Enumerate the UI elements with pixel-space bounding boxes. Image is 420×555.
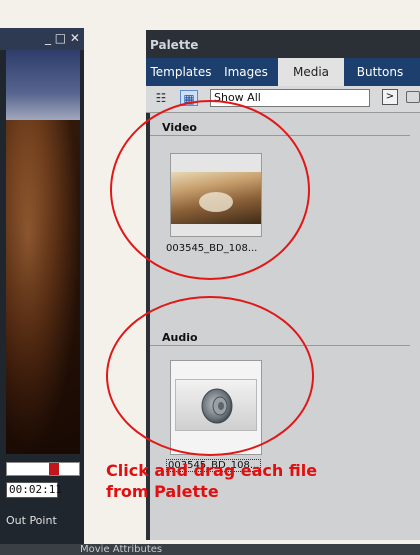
tab-buttons[interactable]: Buttons [348, 58, 412, 86]
movie-attributes-title[interactable]: Movie Attributes [80, 544, 162, 555]
scrub-bar[interactable] [6, 462, 80, 476]
preview-window: _ □ ✕ 00:02:11 Out Point [0, 28, 84, 548]
tab-images[interactable]: Images [218, 58, 274, 86]
tab-media[interactable]: Media [278, 58, 344, 86]
preview-header-band [6, 50, 80, 128]
scrub-marker[interactable] [49, 463, 59, 475]
instruction-line-2: from Palette [106, 482, 219, 501]
folder-icon[interactable] [406, 91, 420, 103]
video-preview [6, 120, 80, 454]
video-highlight-circle [110, 100, 310, 280]
audio-highlight-circle [106, 296, 314, 456]
instruction-line-1: Click and drag each file [106, 461, 318, 480]
bottom-panel-strip [0, 544, 420, 555]
out-point-label: Out Point [6, 514, 57, 527]
palette-tabs: Templates Images Media Buttons [146, 58, 420, 86]
palette-title: Palette [150, 38, 199, 52]
instruction-text: Click and drag each file from Palette [106, 460, 356, 502]
list-view-icon[interactable]: ☷ [152, 90, 170, 106]
filter-arrow-button[interactable]: > [382, 89, 398, 105]
preview-titlebar: _ □ ✕ [0, 28, 84, 50]
tab-templates[interactable]: Templates [148, 58, 214, 86]
window-controls[interactable]: _ □ ✕ [45, 31, 80, 45]
timecode-field[interactable]: 00:02:11 [6, 482, 62, 498]
